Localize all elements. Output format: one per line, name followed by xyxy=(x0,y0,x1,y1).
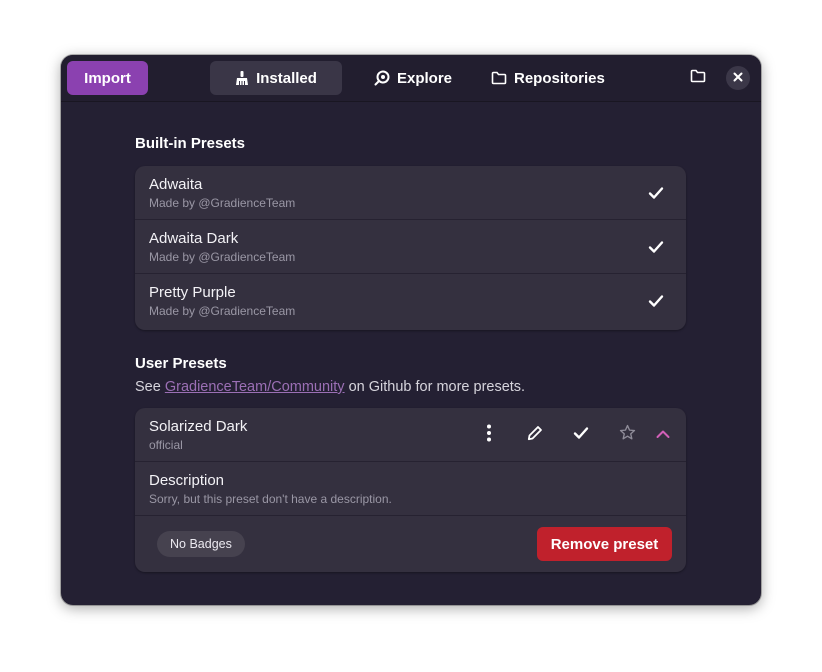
preset-author: Made by @GradienceTeam xyxy=(149,304,296,318)
pencil-icon xyxy=(527,425,543,446)
open-folder-button[interactable] xyxy=(687,68,709,88)
actions-row: No Badges Remove preset xyxy=(135,516,686,572)
preset-name: Adwaita xyxy=(149,176,203,193)
tab-repositories[interactable]: Repositories xyxy=(479,61,617,95)
builtin-presets-title: Built-in Presets xyxy=(135,135,246,152)
tab-installed[interactable]: Installed xyxy=(210,61,342,95)
tab-explore[interactable]: Explore xyxy=(362,61,464,95)
close-button[interactable] xyxy=(726,66,750,90)
check-icon xyxy=(573,425,589,446)
preset-author: Made by @GradienceTeam xyxy=(149,250,296,264)
folder-icon xyxy=(690,69,706,88)
user-preset-header-row[interactable]: Solarized Dark official xyxy=(135,408,686,462)
check-icon xyxy=(648,239,664,255)
subtitle-suffix: on Github for more presets. xyxy=(344,379,526,395)
preset-row-adwaita-dark[interactable]: Adwaita Dark Made by @GradienceTeam xyxy=(135,220,686,274)
explore-icon xyxy=(374,70,390,86)
community-link[interactable]: GradienceTeam/Community xyxy=(165,379,345,395)
tab-repositories-label: Repositories xyxy=(514,69,605,87)
description-text: Sorry, but this preset don't have a desc… xyxy=(149,492,392,506)
preset-row-adwaita[interactable]: Adwaita Made by @GradienceTeam xyxy=(135,166,686,220)
star-icon xyxy=(619,424,636,446)
user-presets-title: User Presets xyxy=(135,355,227,372)
description-row: Description Sorry, but this preset don't… xyxy=(135,462,686,516)
broom-icon xyxy=(235,70,249,86)
user-preset-card: Solarized Dark official Description Sorr… xyxy=(135,408,686,572)
check-icon xyxy=(648,185,664,201)
apply-button[interactable] xyxy=(570,424,592,446)
preset-row-pretty-purple[interactable]: Pretty Purple Made by @GradienceTeam xyxy=(135,274,686,328)
import-button[interactable]: Import xyxy=(67,61,148,95)
tab-explore-label: Explore xyxy=(397,69,453,87)
close-icon xyxy=(733,69,743,87)
tab-installed-label: Installed xyxy=(256,69,317,87)
more-vertical-icon xyxy=(486,424,492,447)
favorite-button[interactable] xyxy=(616,424,638,446)
no-badges-badge: No Badges xyxy=(157,531,245,557)
app-window: Import Installed Explore Repositories Bu… xyxy=(61,55,761,605)
preset-name: Adwaita Dark xyxy=(149,230,239,247)
description-title: Description xyxy=(149,472,225,489)
user-presets-subtitle: See GradienceTeam/Community on Github fo… xyxy=(135,379,525,395)
expander-button[interactable] xyxy=(652,424,674,446)
check-icon xyxy=(648,293,664,309)
preset-name: Pretty Purple xyxy=(149,284,236,301)
header-bar: Import Installed Explore Repositories xyxy=(61,55,761,102)
edit-button[interactable] xyxy=(524,424,546,446)
chevron-up-icon xyxy=(656,426,670,444)
preset-name: Solarized Dark xyxy=(149,418,248,435)
remove-preset-button[interactable]: Remove preset xyxy=(537,527,672,561)
subtitle-prefix: See xyxy=(135,379,165,395)
more-options-button[interactable] xyxy=(478,424,500,446)
folder-icon xyxy=(491,71,507,85)
builtin-presets-list: Adwaita Made by @GradienceTeam Adwaita D… xyxy=(135,166,686,330)
preset-source: official xyxy=(149,438,183,452)
preset-author: Made by @GradienceTeam xyxy=(149,196,296,210)
